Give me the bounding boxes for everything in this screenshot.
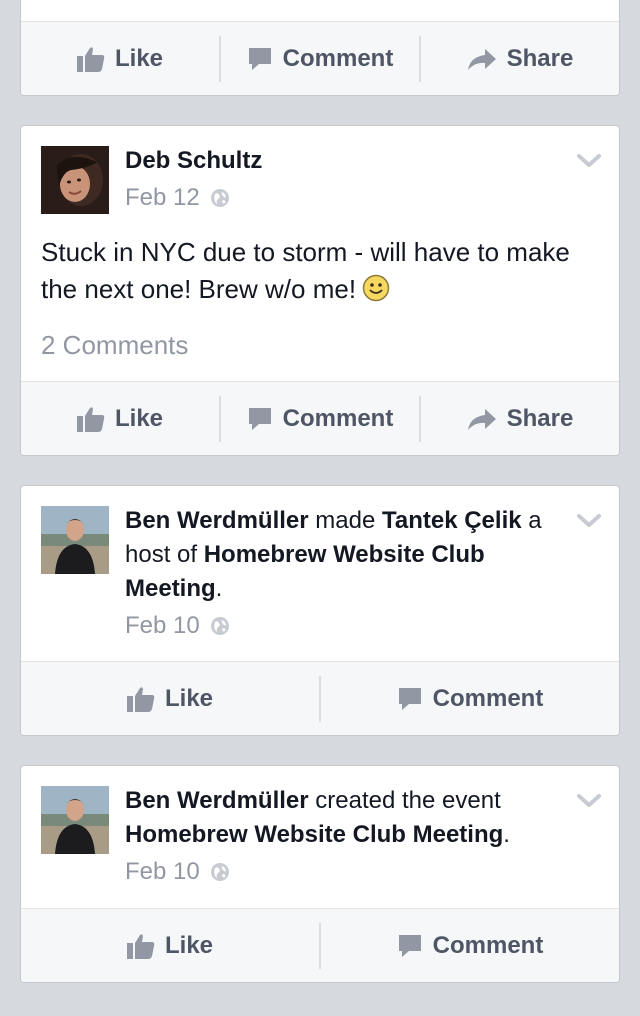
action-bar: Like Comment Share xyxy=(21,21,619,95)
share-button[interactable]: Share xyxy=(419,395,619,442)
post-header: Deb Schultz xyxy=(125,144,549,178)
activity-verb: made xyxy=(308,507,382,534)
smiley-icon xyxy=(362,274,390,312)
post-date[interactable]: Feb 10 xyxy=(125,612,200,640)
comment-button[interactable]: Comment xyxy=(219,35,419,82)
thumbs-up-icon xyxy=(127,933,155,959)
like-label: Like xyxy=(164,684,214,712)
target-name[interactable]: Tantek Çelik xyxy=(382,507,522,534)
like-button[interactable]: Like xyxy=(21,36,219,82)
comments-count[interactable]: 2 Comments xyxy=(41,330,188,361)
share-label: Share xyxy=(506,404,574,432)
comment-bubble-icon xyxy=(247,46,273,72)
comment-label: Comment xyxy=(432,684,544,712)
post-date[interactable]: Feb 10 xyxy=(125,858,200,886)
author-name[interactable]: Ben Werdmüller xyxy=(125,507,309,534)
share-label: Share xyxy=(506,44,574,72)
comment-button[interactable]: Comment xyxy=(219,395,419,442)
thumbs-up-icon xyxy=(77,46,105,72)
share-arrow-icon xyxy=(467,47,497,71)
comment-label: Comment xyxy=(432,931,544,959)
post-text: Stuck in NYC due to storm - will have to… xyxy=(41,234,599,312)
like-label: Like xyxy=(114,404,164,432)
post-header: Ben Werdmüller made Tantek Çelik a host … xyxy=(125,504,549,606)
action-bar: Like Comment Share xyxy=(21,381,619,455)
event-link[interactable]: Homebrew Website Club Meeting xyxy=(125,821,503,848)
feed-card-previous: Like Comment Share xyxy=(20,0,620,96)
comment-bubble-icon xyxy=(247,406,273,432)
avatar[interactable] xyxy=(41,786,109,854)
avatar[interactable] xyxy=(41,146,109,214)
thumbs-up-icon xyxy=(77,406,105,432)
activity-verb: created the event xyxy=(308,787,501,814)
action-bar: Like Comment xyxy=(21,908,619,982)
post-meta: Feb 10 xyxy=(125,858,230,886)
globe-icon xyxy=(210,188,230,208)
feed-card-activity: Ben Werdmüller made Tantek Çelik a host … xyxy=(20,485,620,736)
post-meta: Feb 12 xyxy=(125,184,230,212)
like-label: Like xyxy=(114,44,164,72)
like-button[interactable]: Like xyxy=(21,923,319,969)
comment-button[interactable]: Comment xyxy=(319,922,619,969)
chevron-down-icon[interactable] xyxy=(577,794,601,813)
post-date[interactable]: Feb 12 xyxy=(125,184,200,212)
chevron-down-icon[interactable] xyxy=(577,514,601,533)
post-meta: Feb 10 xyxy=(125,612,230,640)
share-button[interactable]: Share xyxy=(419,35,619,82)
comment-bubble-icon xyxy=(397,686,423,712)
comment-label: Comment xyxy=(282,404,394,432)
author-name[interactable]: Deb Schultz xyxy=(125,147,262,174)
feed-card-post: Deb Schultz Feb 12 Stuck in NYC due to s… xyxy=(20,125,620,456)
like-button[interactable]: Like xyxy=(21,396,219,442)
comment-button[interactable]: Comment xyxy=(319,675,619,722)
share-arrow-icon xyxy=(467,407,497,431)
globe-icon xyxy=(210,616,230,636)
thumbs-up-icon xyxy=(127,686,155,712)
author-name[interactable]: Ben Werdmüller xyxy=(125,787,309,814)
feed-card-activity: Ben Werdmüller created the event Homebre… xyxy=(20,765,620,983)
comment-bubble-icon xyxy=(397,933,423,959)
activity-end: . xyxy=(215,575,223,602)
action-bar: Like Comment xyxy=(21,661,619,735)
post-header: Ben Werdmüller created the event Homebre… xyxy=(125,784,549,852)
like-button[interactable]: Like xyxy=(21,676,319,722)
globe-icon xyxy=(210,862,230,882)
avatar[interactable] xyxy=(41,506,109,574)
comment-label: Comment xyxy=(282,44,394,72)
post-body: Stuck in NYC due to storm - will have to… xyxy=(41,237,570,304)
chevron-down-icon[interactable] xyxy=(577,154,601,173)
like-label: Like xyxy=(164,931,214,959)
activity-end: . xyxy=(503,821,510,848)
